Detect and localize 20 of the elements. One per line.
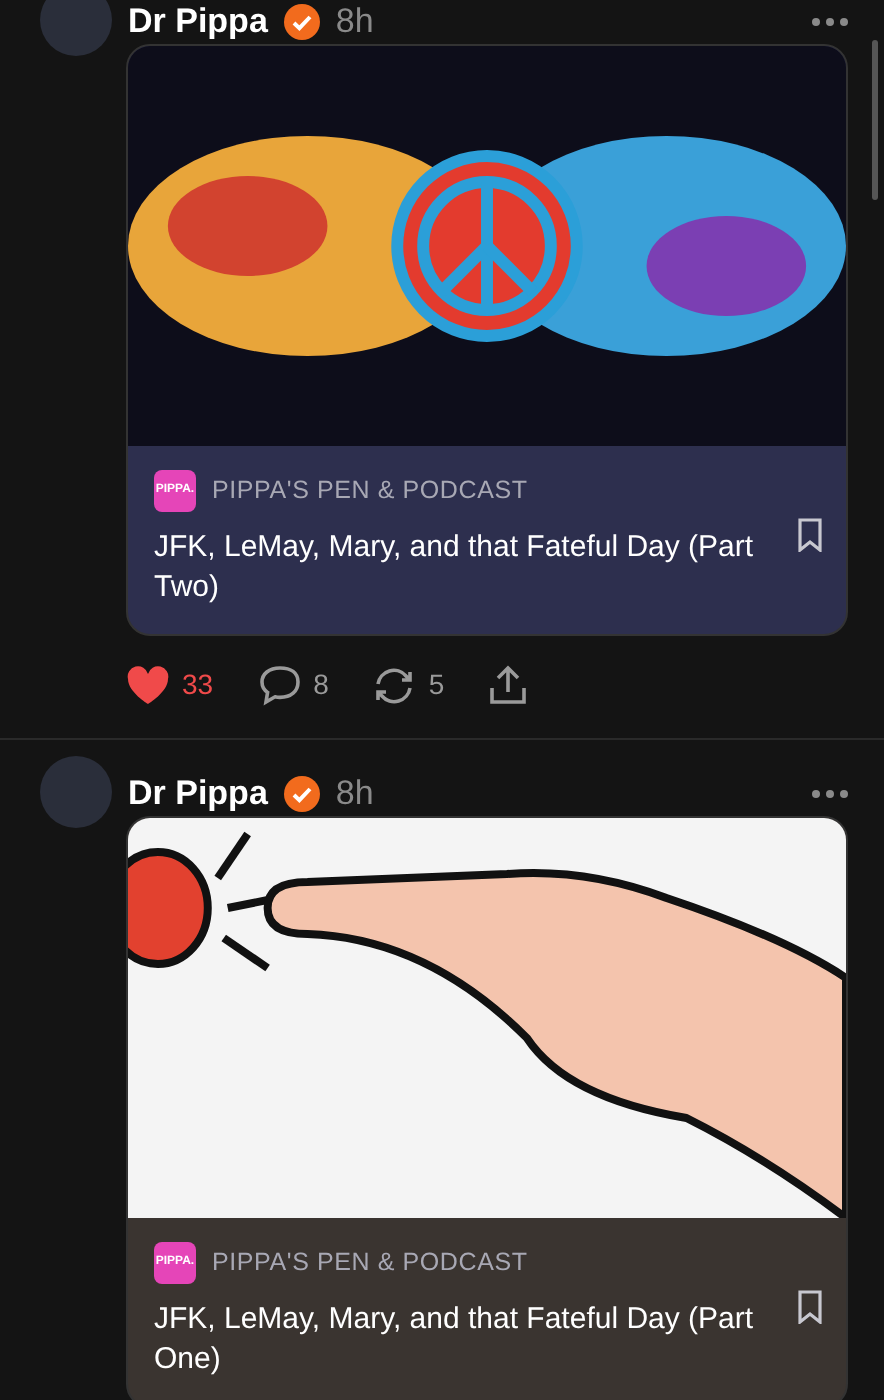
bookmark-icon[interactable] xyxy=(798,518,822,552)
more-options-icon[interactable] xyxy=(812,18,848,26)
post-time: 8h xyxy=(335,0,374,45)
publication-name: PIPPA'S PEN & PODCAST xyxy=(212,1246,528,1281)
bookmark-icon[interactable] xyxy=(798,1290,822,1324)
like-button[interactable]: 33 xyxy=(126,664,214,706)
restack-button[interactable]: 5 xyxy=(372,664,445,706)
author-name[interactable]: Dr Pippa xyxy=(128,0,268,48)
post-title: JFK, LeMay, Mary, and that Fateful Day (Part One) xyxy=(154,1300,754,1378)
author-name[interactable]: Dr Pippa xyxy=(128,768,268,820)
speech-bubble-icon xyxy=(257,664,302,706)
heart-icon xyxy=(126,665,170,705)
scrollbar[interactable] xyxy=(872,40,878,200)
share-icon[interactable] xyxy=(488,664,529,706)
post-time: 8h xyxy=(335,772,374,817)
post-title: JFK, LeMay, Mary, and that Fateful Day (Part Two) xyxy=(154,528,754,606)
comment-button[interactable]: 8 xyxy=(257,664,329,706)
refresh-arrows-icon xyxy=(372,665,417,705)
more-options-icon[interactable] xyxy=(812,790,848,798)
publication-name: PIPPA'S PEN & PODCAST xyxy=(212,474,528,509)
